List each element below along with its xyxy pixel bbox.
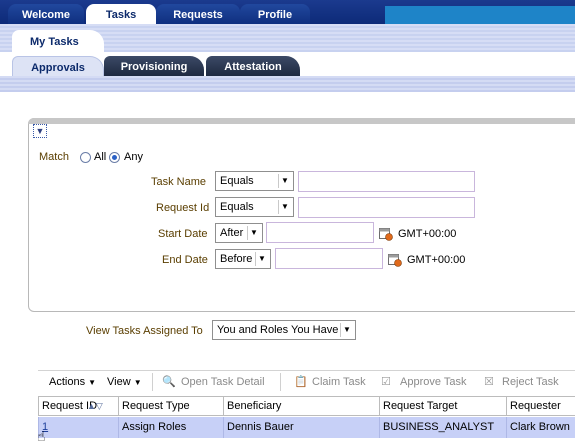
end-date-input[interactable] bbox=[275, 248, 383, 269]
start-date-operator-value: After bbox=[220, 227, 244, 239]
cell-request-target: BUSINESS_ANALYST bbox=[379, 417, 506, 438]
chevron-down-icon: ▼ bbox=[255, 252, 268, 266]
end-date-label: End Date bbox=[162, 254, 208, 266]
toolbar-separator bbox=[152, 373, 153, 391]
tab-requests[interactable]: Requests bbox=[156, 4, 240, 24]
view-label: View bbox=[107, 376, 131, 388]
match-all-radio[interactable] bbox=[80, 152, 91, 163]
column-header-request-type[interactable]: Request Type bbox=[118, 396, 223, 416]
cell-request-type: Assign Roles bbox=[118, 417, 223, 438]
tab-approvals[interactable]: Approvals bbox=[12, 56, 104, 76]
calendar-icon[interactable] bbox=[379, 227, 393, 241]
chevron-down-icon: ▼ bbox=[247, 226, 260, 240]
column-header-beneficiary[interactable]: Beneficiary bbox=[223, 396, 379, 416]
column-header-request-id[interactable]: Request ID ▲▽ bbox=[38, 396, 118, 416]
chevron-down-icon[interactable]: ▼ bbox=[33, 124, 47, 138]
match-any-label: Any bbox=[124, 151, 143, 163]
start-date-input[interactable] bbox=[266, 222, 374, 243]
request-id-label: Request Id bbox=[156, 202, 210, 214]
assigned-to-select[interactable]: You and Roles You Have ▼ bbox=[212, 320, 356, 340]
chevron-down-icon: ▼ bbox=[278, 200, 291, 214]
task-name-operator-select[interactable]: Equals ▼ bbox=[215, 171, 294, 191]
end-date-timezone: GMT+00:00 bbox=[407, 254, 466, 266]
start-date-timezone: GMT+00:00 bbox=[398, 228, 457, 240]
tab-attestation[interactable]: Attestation bbox=[206, 56, 300, 76]
start-date-operator-select[interactable]: After ▼ bbox=[215, 223, 263, 243]
clipboard-icon: 📋 bbox=[294, 376, 308, 388]
chevron-down-icon: ▼ bbox=[278, 174, 291, 188]
tab-provisioning[interactable]: Provisioning bbox=[104, 56, 204, 76]
match-label: Match bbox=[39, 151, 69, 163]
hand-cursor-icon: ☝ bbox=[37, 428, 46, 444]
search-icon: 🔍 bbox=[162, 376, 176, 388]
actions-label: Actions bbox=[49, 376, 86, 388]
chevron-down-icon: ▼ bbox=[340, 323, 353, 337]
assigned-to-label: View Tasks Assigned To bbox=[86, 325, 203, 337]
header-strip bbox=[385, 6, 575, 24]
calendar-icon[interactable] bbox=[388, 253, 402, 267]
cell-request-id[interactable]: 1 bbox=[38, 417, 118, 438]
claim-task-button[interactable]: Claim Task bbox=[312, 376, 366, 388]
column-header-requester[interactable]: Requester bbox=[506, 396, 575, 416]
caret-down-icon: ▼ bbox=[88, 378, 97, 387]
view-menu[interactable]: View ▼ bbox=[107, 376, 142, 388]
tab-my-tasks[interactable]: My Tasks bbox=[12, 30, 104, 52]
task-name-operator-value: Equals bbox=[220, 175, 254, 187]
tab-tasks[interactable]: Tasks bbox=[86, 4, 156, 24]
assigned-to-value: You and Roles You Have bbox=[217, 324, 339, 336]
tab-profile[interactable]: Profile bbox=[240, 4, 310, 24]
search-panel-header bbox=[28, 118, 575, 124]
actions-menu[interactable]: Actions ▼ bbox=[49, 376, 96, 388]
reject-task-button[interactable]: Reject Task bbox=[502, 376, 559, 388]
sub-tab-underline-band bbox=[0, 76, 575, 92]
end-date-operator-value: Before bbox=[220, 253, 253, 265]
toolbar-separator bbox=[280, 373, 281, 391]
approve-icon: ☑ bbox=[381, 376, 391, 388]
request-id-input[interactable] bbox=[298, 197, 475, 218]
match-all-label: All bbox=[94, 151, 107, 163]
task-name-input[interactable] bbox=[298, 171, 475, 192]
cell-requester: Clark Brown bbox=[506, 417, 575, 438]
sort-icon[interactable]: ▲▽ bbox=[87, 396, 103, 416]
tab-welcome[interactable]: Welcome bbox=[8, 4, 84, 24]
task-name-label: Task Name bbox=[151, 176, 207, 188]
caret-down-icon: ▼ bbox=[133, 378, 142, 387]
column-header-request-target[interactable]: Request Target bbox=[379, 396, 506, 416]
request-id-operator-value: Equals bbox=[220, 201, 254, 213]
open-task-detail-button[interactable]: Open Task Detail bbox=[181, 376, 265, 388]
match-any-radio[interactable] bbox=[109, 152, 120, 163]
reject-icon: ☒ bbox=[484, 376, 494, 388]
request-id-operator-select[interactable]: Equals ▼ bbox=[215, 197, 294, 217]
approve-task-button[interactable]: Approve Task bbox=[400, 376, 466, 388]
start-date-label: Start Date bbox=[158, 228, 208, 240]
end-date-operator-select[interactable]: Before ▼ bbox=[215, 249, 271, 269]
cell-beneficiary: Dennis Bauer bbox=[223, 417, 379, 438]
